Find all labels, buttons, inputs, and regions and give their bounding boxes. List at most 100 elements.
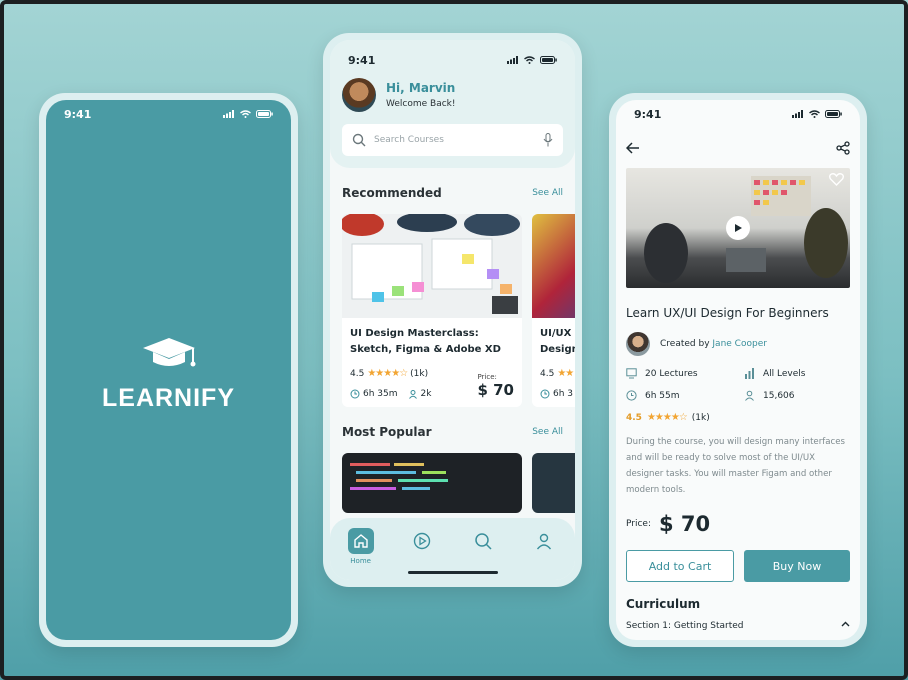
course-thumbnail [342, 214, 522, 318]
tab-home[interactable]: Home [341, 528, 381, 565]
home-phone: 9:41 Hi, Marvin Welcome Back! Search Cou… [323, 33, 582, 587]
add-to-cart-button[interactable]: Add to Cart [626, 550, 734, 582]
home-icon [353, 534, 368, 548]
detail-nav [616, 128, 860, 158]
status-bar: 9:41 [616, 100, 860, 128]
course-card[interactable]: UI Design Masterclass: Sketch, Figma & A… [342, 214, 522, 407]
recommended-list: UI Design Masterclass: Sketch, Figma & A… [330, 214, 575, 407]
price-label: Price: [626, 519, 651, 529]
students-text: 2k [420, 389, 432, 399]
course-rating: 4.5 ★★★★☆ (1k) [350, 368, 431, 379]
creator-name[interactable]: Jane Cooper [712, 339, 767, 349]
back-arrow-icon[interactable] [626, 142, 640, 154]
search-input[interactable]: Search Courses [342, 124, 563, 156]
price-label: Price: [477, 373, 497, 381]
signal-icon [507, 56, 518, 64]
recommended-header: Recommended See All [330, 186, 575, 200]
star-rating-icon: ★★★★☆ [646, 412, 688, 423]
course-price: $ 70 [659, 512, 711, 536]
duration-text: 6h 35m [363, 389, 398, 399]
rating-value: 4.5 [626, 412, 642, 423]
signal-icon [223, 110, 234, 118]
home-screen: 9:41 Hi, Marvin Welcome Back! Search Cou… [330, 40, 575, 580]
graduation-cap-icon [142, 338, 195, 367]
buy-now-button[interactable]: Buy Now [744, 550, 850, 582]
course-students: 2k [408, 389, 432, 399]
share-icon[interactable] [836, 141, 850, 155]
course-video[interactable] [626, 168, 850, 288]
microphone-icon[interactable] [543, 133, 553, 147]
battery-icon [540, 56, 557, 64]
levels-text: All Levels [763, 368, 806, 379]
popular-header: Most Popular See All [330, 425, 575, 439]
status-bar: 9:41 [342, 46, 563, 74]
status-time: 9:41 [634, 107, 662, 121]
created-by-label: Created by [660, 339, 710, 349]
creator-avatar[interactable] [626, 332, 650, 356]
wifi-icon [524, 56, 535, 64]
tab-home-label: Home [350, 557, 371, 565]
star-rating-icon: ★★ [557, 368, 574, 379]
popular-course-thumbnail[interactable] [532, 453, 575, 513]
wifi-icon [240, 110, 251, 118]
see-all-popular[interactable]: See All [532, 427, 563, 437]
tab-videos[interactable] [402, 528, 442, 554]
course-duration: 6h 35m [350, 389, 398, 399]
tab-search[interactable] [463, 528, 503, 554]
creator-row: Created by Jane Cooper [616, 332, 860, 356]
popular-course-thumbnail[interactable] [342, 453, 522, 513]
clock-icon [540, 389, 550, 399]
search-icon [475, 533, 492, 550]
greeting: Hi, Marvin [386, 81, 456, 95]
popular-title: Most Popular [342, 425, 432, 439]
home-indicator [407, 571, 498, 574]
user-icon [408, 390, 417, 399]
action-buttons: Add to Cart Buy Now [616, 550, 860, 582]
splash-phone: 9:41 LEARNIFY [39, 93, 298, 647]
curriculum-title: Curriculum [626, 597, 701, 611]
chevron-up-icon[interactable] [841, 621, 850, 627]
welcome-text: Welcome Back! [386, 99, 456, 109]
course-duration: 6h 3 [540, 389, 573, 399]
course-thumbnail [532, 214, 575, 318]
splash-logo: LEARNIFY [46, 336, 291, 413]
code-image [350, 463, 448, 490]
see-all-recommended[interactable]: See All [532, 188, 563, 198]
bottom-tab-bar: Home [330, 518, 575, 580]
wifi-icon [809, 110, 820, 118]
user-avatar[interactable] [342, 78, 376, 112]
course-description: During the course, you will design many … [626, 437, 846, 495]
detail-screen: 9:41 Learn UX/UI Design For Beginners Cr… [616, 100, 860, 640]
play-icon [735, 224, 742, 232]
tab-profile[interactable] [524, 528, 564, 554]
course-title: Learn UX/UI Design For Beginners [626, 306, 829, 320]
lecture-icon [626, 368, 637, 379]
sticky-notes-image [342, 214, 522, 318]
course-stats: 20 Lectures All Levels 6h 55m 15,606 [616, 368, 860, 401]
status-bar: 9:41 [46, 100, 291, 128]
review-count: (1k) [410, 368, 429, 379]
profile-icon [537, 533, 552, 550]
lectures-stat: 20 Lectures [626, 368, 744, 379]
search-icon [352, 133, 366, 147]
brand-name: LEARNIFY [102, 384, 235, 412]
curriculum-section[interactable]: Section 1: Getting Started [616, 621, 860, 631]
section-title: Section 1: Getting Started [626, 621, 744, 631]
course-title: UI Design Masterclass: Sketch, Figma & A… [350, 328, 501, 355]
course-price: $ 70 [477, 381, 514, 399]
heart-icon[interactable] [829, 173, 844, 186]
recommended-title: Recommended [342, 186, 442, 200]
levels-stat: All Levels [744, 368, 850, 379]
signal-icon [792, 110, 803, 118]
lectures-text: 20 Lectures [645, 368, 698, 379]
status-time: 9:41 [348, 53, 376, 67]
students-stat: 15,606 [744, 390, 850, 401]
search-placeholder: Search Courses [374, 135, 444, 145]
star-rating-icon: ★★★★☆ [367, 368, 408, 379]
play-button[interactable] [726, 216, 750, 240]
splash-screen: 9:41 LEARNIFY [46, 100, 291, 640]
review-count: (1k) [691, 412, 710, 423]
price-row: Price: $ 70 [616, 512, 860, 536]
duration-text: 6h 55m [645, 390, 680, 401]
course-card[interactable]: UI/UX I Design 4.5 ★★ 6h 3 [532, 214, 575, 407]
